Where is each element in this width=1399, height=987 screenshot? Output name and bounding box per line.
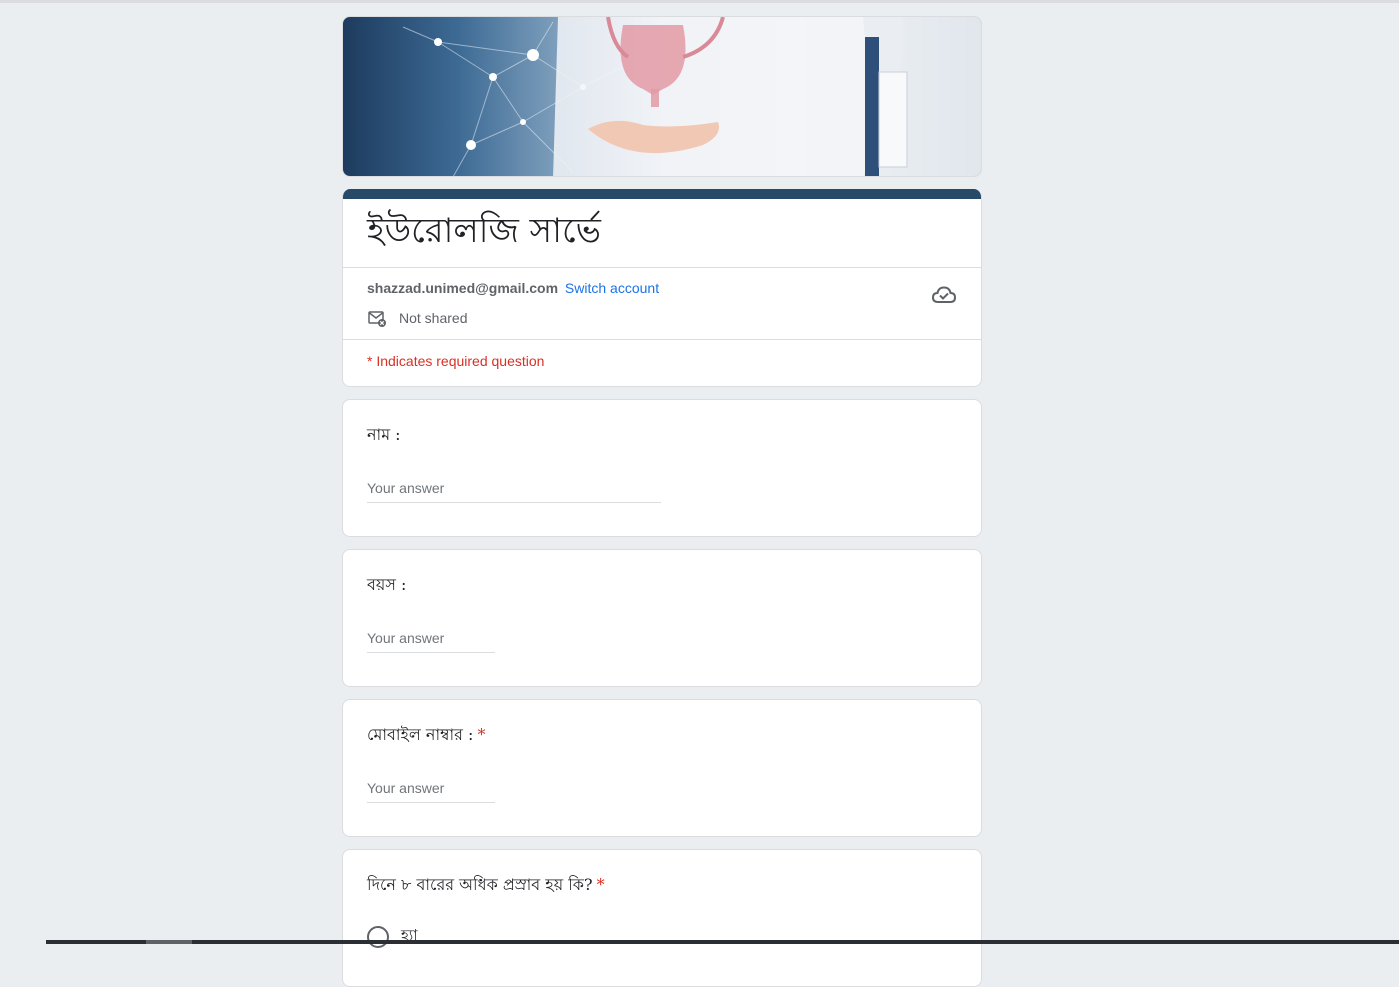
question-card-name: নাম :	[342, 399, 982, 537]
mail-not-shared-icon	[368, 311, 386, 327]
question-card-urination: দিনে ৮ বারের অধিক প্রস্রাব হয় কি? * হ্যা	[342, 849, 982, 987]
question-card-mobile: মোবাইল নাম্বার : *	[342, 699, 982, 837]
form-column: ইউরোলজি সার্ভে shazzad.unimed@gmail.com …	[342, 16, 982, 987]
switch-account-link[interactable]: Switch account	[565, 280, 659, 296]
radio-option-label: হ্যা	[401, 926, 418, 944]
required-asterisk: *	[477, 725, 486, 744]
question-card-age: বয়স :	[342, 549, 982, 687]
horizontal-scrollbar[interactable]	[46, 940, 1399, 944]
scrollbar-thumb[interactable]	[146, 940, 192, 944]
account-email-line: shazzad.unimed@gmail.com Switch account	[367, 280, 659, 296]
sharing-status-row: Not shared	[367, 308, 467, 328]
question-label-mobile: মোবাইল নাম্বার :	[367, 725, 474, 744]
title-accent-bar	[343, 189, 981, 199]
required-question-note: * Indicates required question	[367, 353, 545, 369]
mobile-answer-input[interactable]	[367, 780, 495, 803]
account-row: shazzad.unimed@gmail.com Switch account …	[343, 268, 981, 339]
form-header-card: ইউরোলজি সার্ভে shazzad.unimed@gmail.com …	[342, 189, 982, 387]
name-answer-input[interactable]	[367, 480, 661, 503]
header-banner-image	[342, 16, 982, 177]
question-label-urination: দিনে ৮ বারের অধিক প্রস্রাব হয় কি?	[367, 875, 593, 894]
question-label-urination-line: দিনে ৮ বারের অধিক প্রস্রাব হয় কি? *	[367, 874, 957, 896]
radio-option-yes[interactable]: হ্যা	[367, 924, 418, 949]
sharing-status-text: Not shared	[399, 310, 468, 326]
question-label-age: বয়স :	[367, 575, 407, 594]
age-answer-input[interactable]	[367, 630, 495, 653]
account-email: shazzad.unimed@gmail.com	[367, 280, 559, 296]
question-label-mobile-line: মোবাইল নাম্বার : *	[367, 724, 957, 746]
required-asterisk: *	[596, 875, 605, 894]
browser-top-border	[0, 0, 1399, 3]
radio-button-icon[interactable]	[367, 925, 389, 948]
cloud-check-icon[interactable]	[931, 282, 957, 308]
question-label-name: নাম :	[367, 425, 401, 444]
form-title: ইউরোলজি সার্ভে	[367, 211, 601, 251]
